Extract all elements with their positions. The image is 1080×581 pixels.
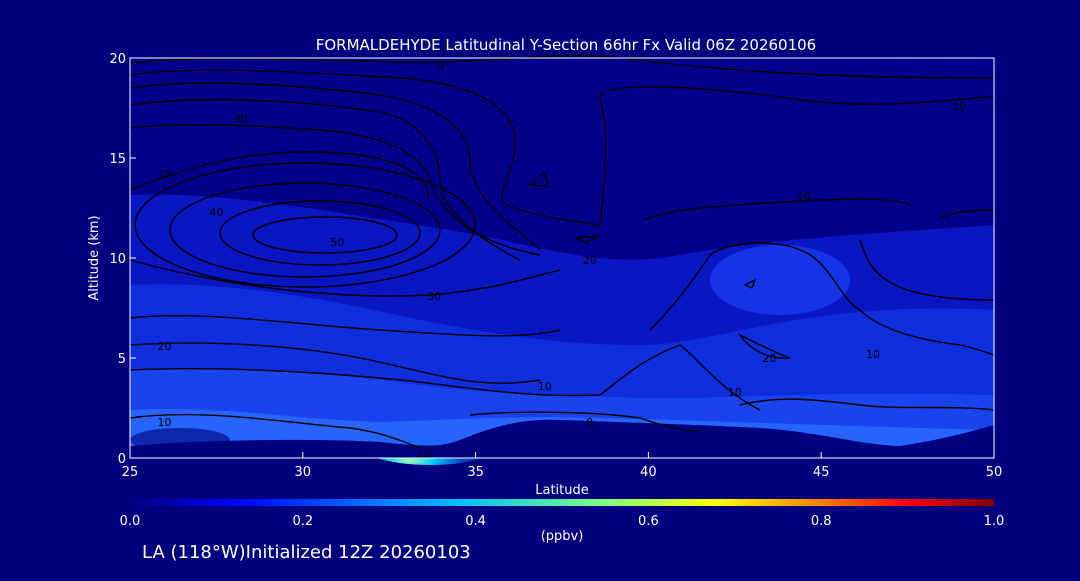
colorbar-label: (ppbv)	[541, 529, 584, 544]
contour-label: 10	[952, 100, 966, 113]
x-tick-label: 30	[295, 465, 312, 480]
x-tick-label: 50	[986, 465, 1003, 480]
contour-label: 10	[797, 190, 811, 203]
contour-label: 10	[728, 386, 742, 399]
colorbar-tick-label: 0.6	[638, 514, 659, 529]
contour-label: 10	[158, 168, 172, 181]
plot-area: 50 40 30 30 20 20 20 10 10 10 10 10 10 10 10 9 0	[129, 54, 995, 465]
contour-label: 20	[158, 340, 172, 353]
colorbar-tick-label: 0.2	[292, 514, 313, 529]
y-tick-label: 5	[118, 352, 126, 367]
x-tick-label: 45	[813, 465, 830, 480]
chart-canvas: FORMALDEHYDE Latitudinal Y-Section 66hr …	[0, 0, 1080, 576]
contour-label: 10	[866, 348, 880, 361]
contour-label: 20	[583, 254, 597, 267]
contour-label: 30	[234, 112, 248, 125]
contour-label: 30	[427, 290, 441, 303]
y-tick-label: 0	[118, 452, 126, 467]
y-tick-label: 20	[109, 52, 126, 67]
y-tick-label: 10	[109, 252, 126, 267]
contour-label: 50	[330, 236, 344, 249]
chart-title: FORMALDEHYDE Latitudinal Y-Section 66hr …	[316, 36, 816, 54]
y-tick-label: 15	[109, 152, 126, 167]
x-axis-label: Latitude	[535, 483, 589, 498]
field-blob-east	[710, 245, 850, 315]
contour-label: 40	[209, 206, 223, 219]
colorbar-tick-label: 1.0	[984, 514, 1005, 529]
contour-label: 0	[586, 416, 593, 429]
contour-label: 10	[158, 416, 172, 429]
colorbar: 0.0 0.2 0.4 0.6 0.8 1.0 (ppbv)	[120, 499, 1005, 544]
colorbar-scale	[130, 499, 994, 506]
contour-chart: FORMALDEHYDE Latitudinal Y-Section 66hr …	[87, 36, 1005, 544]
contour-label: 20	[762, 352, 776, 365]
colorbar-tick-label: 0.0	[120, 514, 141, 529]
contour-label: 9	[438, 60, 445, 73]
colorbar-tick-label: 0.8	[811, 514, 832, 529]
x-tick-label: 35	[467, 465, 484, 480]
colorbar-ticks: 0.0 0.2 0.4 0.6 0.8 1.0	[120, 514, 1005, 529]
colorbar-tick-label: 0.4	[465, 514, 486, 529]
footer-caption: LA (118°W)Initialized 12Z 20260103	[142, 542, 471, 563]
contour-label: 10	[538, 380, 552, 393]
contour-label: 10	[417, 448, 431, 461]
x-tick-label: 40	[640, 465, 657, 480]
y-axis-label: Altitude (km)	[87, 215, 102, 300]
x-tick-label: 25	[122, 465, 139, 480]
